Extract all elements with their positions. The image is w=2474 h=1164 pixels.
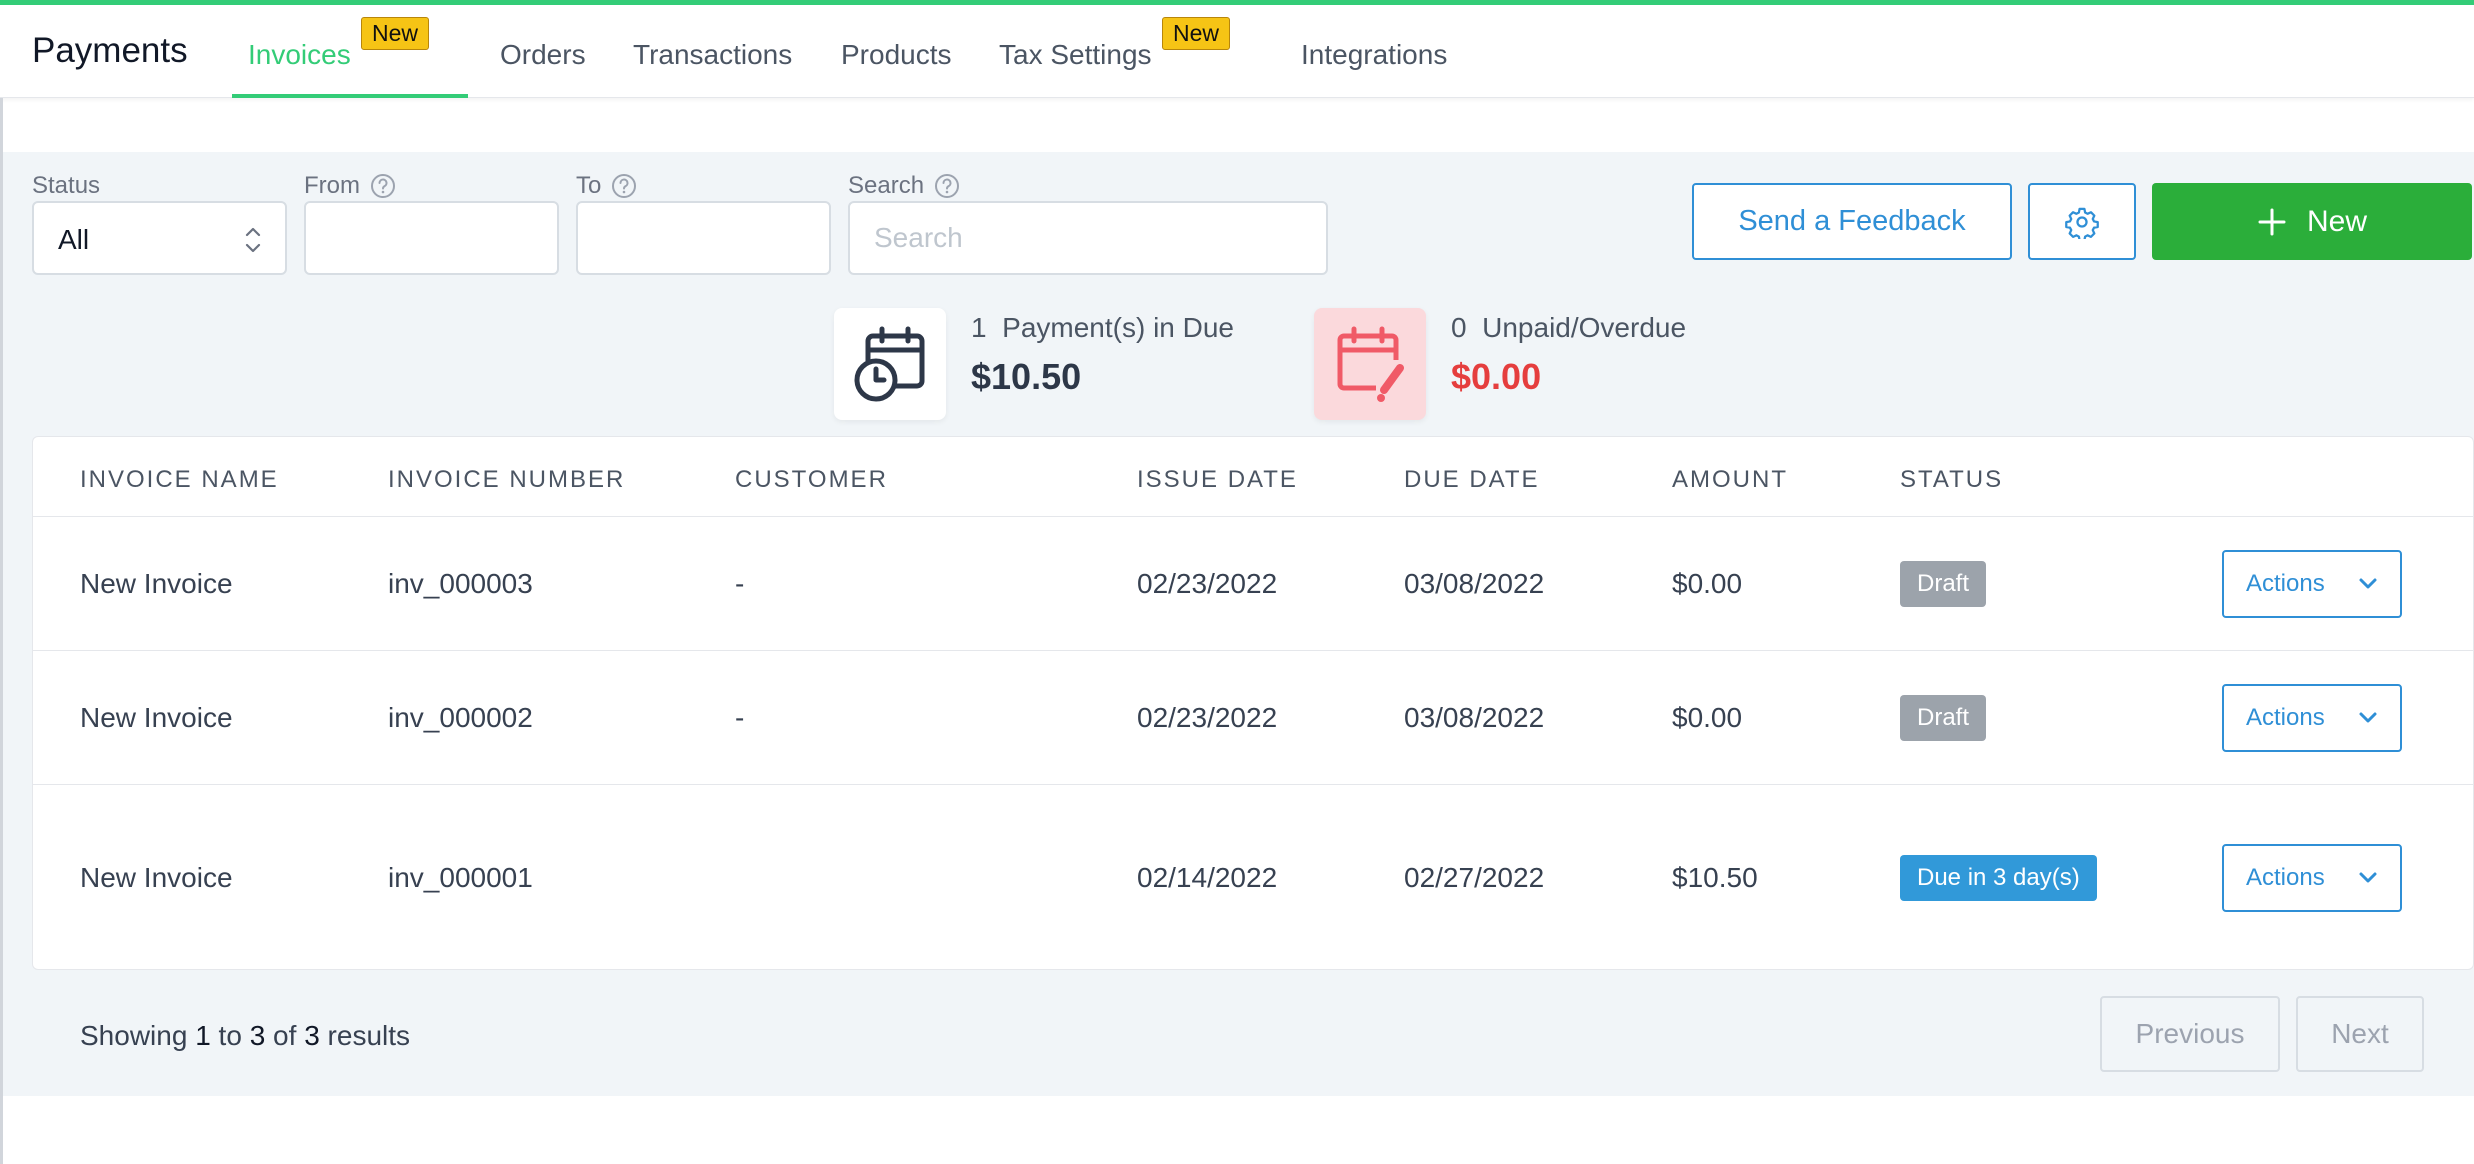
question-circle-icon[interactable]: [934, 173, 960, 199]
active-tab-indicator: [232, 94, 468, 98]
issue-date-cell: 02/14/2022: [1137, 862, 1278, 893]
column-header-due-date[interactable]: DUE DATE: [1404, 466, 1540, 494]
question-circle-icon[interactable]: [370, 173, 396, 199]
due-date-cell: 03/08/2022: [1404, 702, 1545, 733]
unpaid-overdue-summary: 0 Unpaid/Overdue: [1451, 312, 1687, 343]
settings-button[interactable]: [2028, 183, 2136, 260]
tab-tax-settings[interactable]: Tax Settings: [999, 39, 1152, 71]
invoice-name-cell[interactable]: New Invoice: [80, 702, 233, 734]
due-date-cell: 02/27/2022: [1404, 862, 1545, 893]
status-badge: Due in 3 day(s): [1900, 855, 2097, 901]
search-filter-label: Search: [848, 172, 960, 200]
chevron-up-down-icon: [245, 227, 261, 253]
column-header-invoice-name[interactable]: INVOICE NAME: [80, 466, 279, 494]
search-box: [848, 201, 1328, 275]
row-divider: [32, 784, 2474, 785]
status-badge: Draft: [1900, 695, 1987, 741]
header-divider: [32, 516, 2474, 517]
tab-transactions[interactable]: Transactions: [633, 39, 792, 71]
column-header-invoice-number[interactable]: INVOICE NUMBER: [388, 466, 625, 494]
payments-due-amount: $10.50: [971, 356, 1082, 397]
search-input[interactable]: [850, 203, 1326, 273]
send-feedback-button[interactable]: Send a Feedback: [1692, 183, 2012, 260]
invoice-number-cell: inv_000003: [388, 568, 533, 599]
next-page-button[interactable]: Next: [2296, 996, 2424, 1072]
customer-cell: -: [735, 568, 745, 599]
new-button-label: New: [2306, 204, 2367, 238]
column-header-amount[interactable]: AMOUNT: [1672, 466, 1788, 494]
invoices-new-badge: New: [361, 17, 430, 50]
to-date-input[interactable]: [576, 201, 831, 275]
to-filter-label: To: [576, 172, 637, 200]
unpaid-overdue-amount: $0.00: [1451, 356, 1542, 397]
chevron-down-icon: [2359, 578, 2377, 589]
chevron-down-icon: [2359, 712, 2377, 723]
calendar-edit-icon: [1337, 326, 1404, 402]
column-header-status[interactable]: STATUS: [1900, 466, 2003, 494]
issue-date-cell: 02/23/2022: [1137, 702, 1278, 733]
invoice-name-cell[interactable]: New Invoice: [80, 568, 233, 600]
tab-orders[interactable]: Orders: [500, 39, 586, 71]
amount-cell: $0.00: [1672, 568, 1743, 599]
new-invoice-button[interactable]: New: [2152, 183, 2472, 260]
calendar-clock-icon: [854, 326, 925, 402]
top-navigation: Payments Invoices New Orders Transaction…: [0, 0, 2474, 98]
column-header-issue-date[interactable]: ISSUE DATE: [1137, 466, 1298, 494]
issue-date-cell: 02/23/2022: [1137, 568, 1278, 599]
actions-dropdown-button[interactable]: Actions: [2222, 684, 2402, 752]
amount-cell: $10.50: [1672, 862, 1758, 893]
previous-page-button[interactable]: Previous: [2100, 996, 2280, 1072]
customer-cell: -: [735, 702, 745, 733]
invoice-name-cell[interactable]: New Invoice: [80, 862, 233, 894]
unpaid-overdue-icon-tile: [1314, 308, 1426, 420]
invoice-number-cell: inv_000001: [388, 862, 533, 893]
status-select-value: All: [58, 224, 90, 255]
status-filter-label: Status: [32, 172, 101, 199]
actions-dropdown-button[interactable]: Actions: [2222, 550, 2402, 618]
due-date-cell: 03/08/2022: [1404, 568, 1545, 599]
actions-dropdown-button[interactable]: Actions: [2222, 844, 2402, 912]
amount-cell: $0.00: [1672, 702, 1743, 733]
chevron-down-icon: [2359, 872, 2377, 883]
column-header-customer[interactable]: CUSTOMER: [735, 466, 888, 494]
plus-icon: [2258, 208, 2286, 235]
status-badge: Draft: [1900, 561, 1987, 607]
payments-due-icon-tile: [834, 308, 946, 420]
app-title: Payments: [32, 31, 188, 70]
tab-products[interactable]: Products: [841, 39, 952, 71]
invoice-number-cell: inv_000002: [388, 702, 533, 733]
from-date-input[interactable]: [304, 201, 559, 275]
tax-settings-new-badge: New: [1162, 17, 1231, 50]
gear-icon: [2065, 207, 2099, 239]
question-circle-icon[interactable]: [611, 173, 637, 199]
tab-integrations[interactable]: Integrations: [1301, 39, 1447, 71]
status-select[interactable]: All: [32, 201, 287, 275]
tab-invoices[interactable]: Invoices: [248, 39, 351, 71]
row-divider: [32, 650, 2474, 651]
payments-due-summary: 1 Payment(s) in Due: [971, 312, 1235, 343]
pagination-summary: Showing 1 to 3 of 3 results: [80, 1020, 411, 1051]
from-filter-label: From: [304, 172, 396, 200]
